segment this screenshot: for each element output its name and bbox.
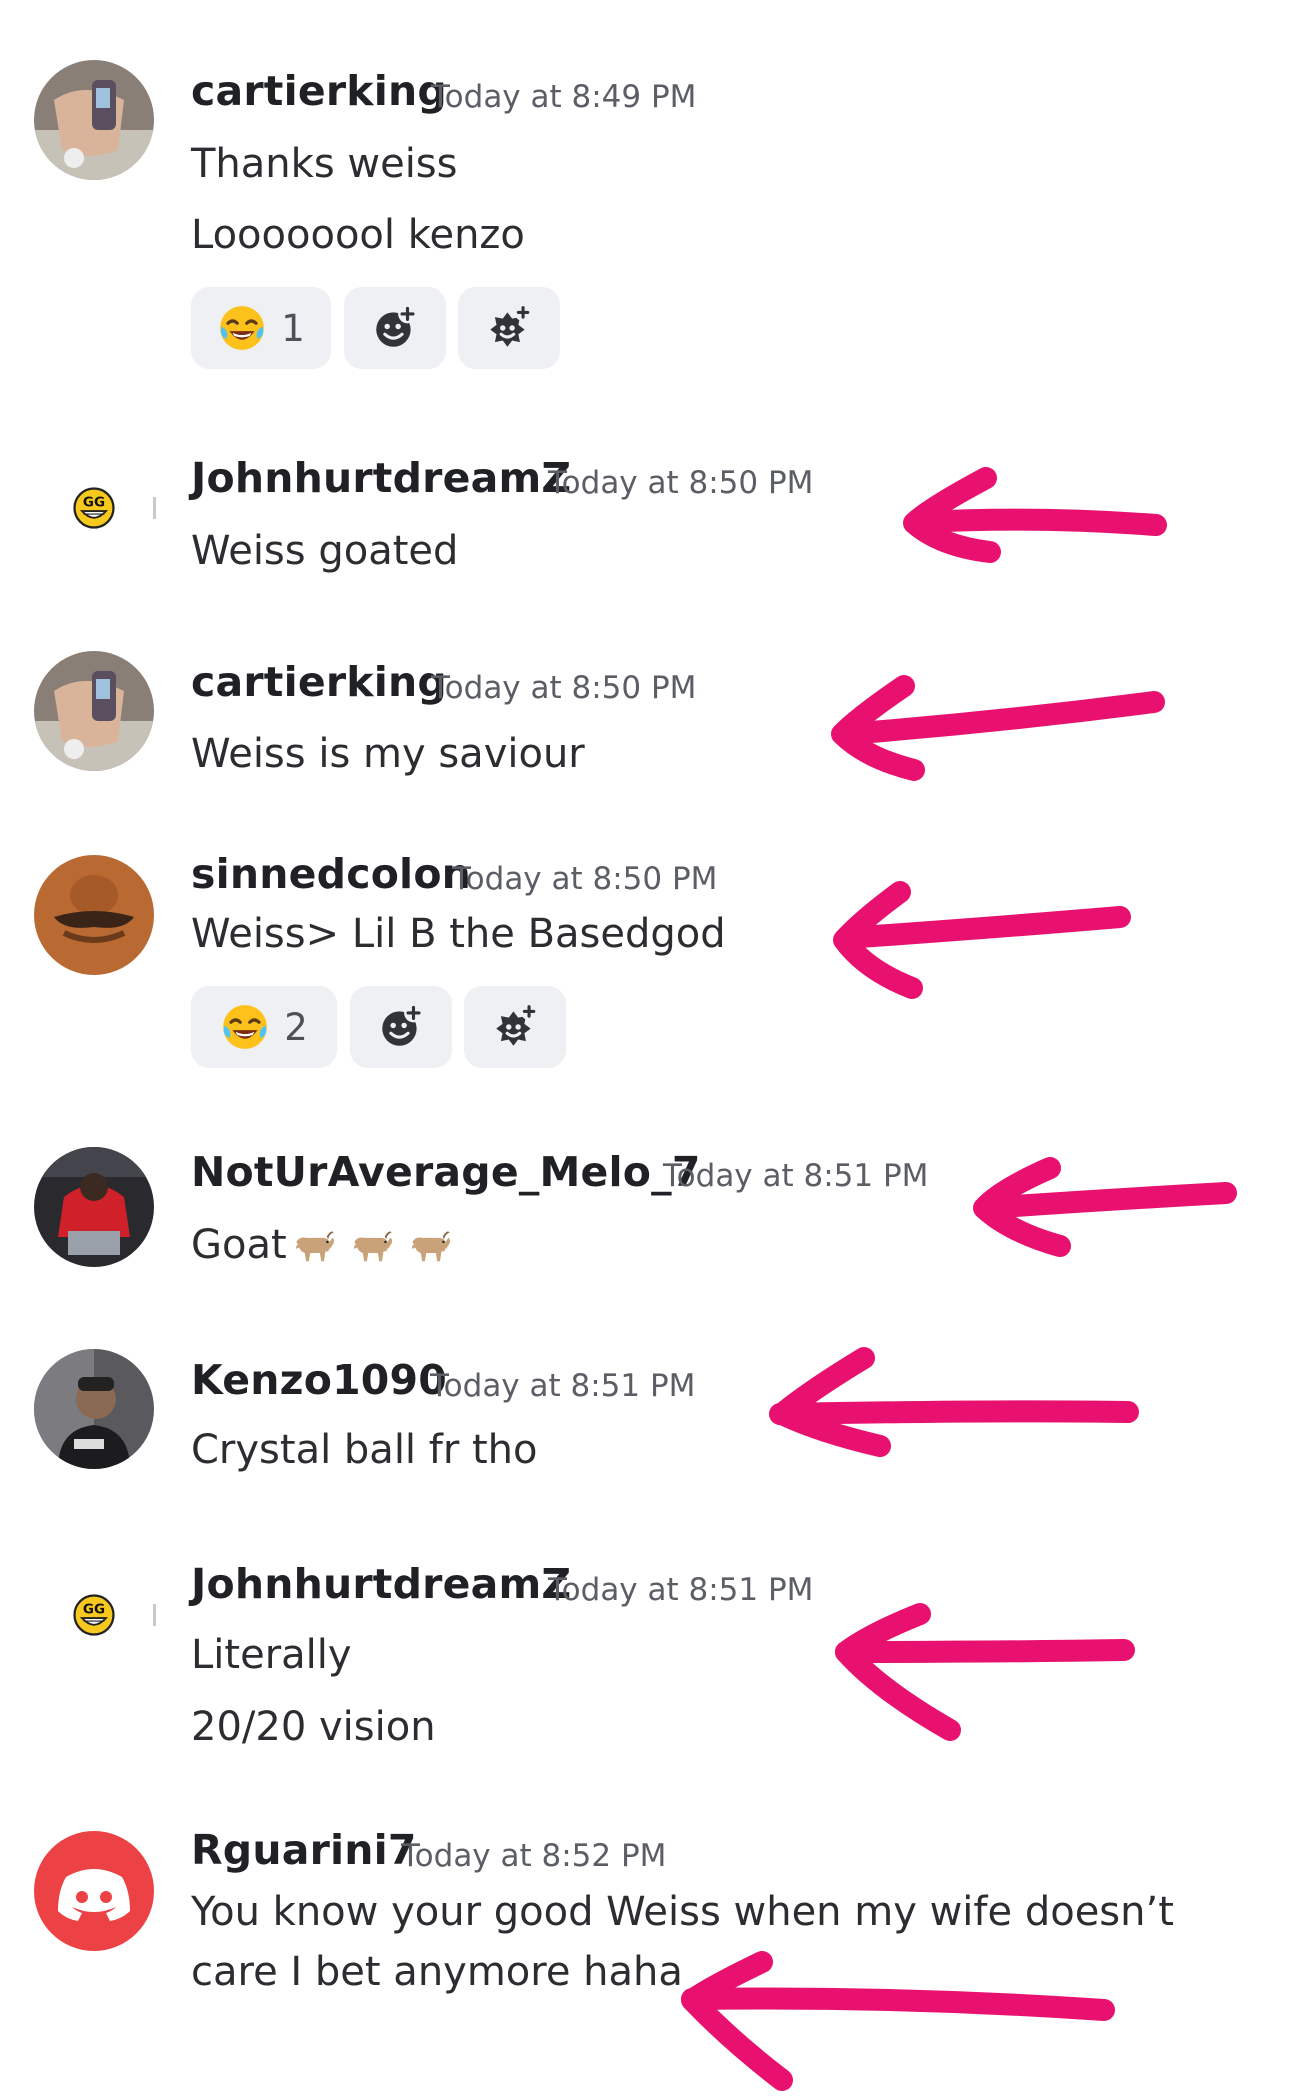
avatar-noturaverage-melo-7[interactable]	[34, 1147, 154, 1267]
joy-emoji-icon	[217, 303, 267, 353]
add-super-reaction-button[interactable]	[464, 986, 566, 1068]
username[interactable]: cartierking	[191, 658, 447, 706]
timestamp: Today at 8:49 PM	[431, 79, 697, 115]
divider	[153, 1604, 156, 1626]
arrow-annotation	[835, 1639, 1135, 1663]
timestamp: Today at 8:50 PM	[452, 861, 718, 897]
add-super-reaction-icon	[484, 303, 534, 353]
username[interactable]: sinnedcolon	[191, 850, 471, 898]
arrow-annotation	[833, 881, 923, 999]
avatar-kenzo1090[interactable]	[34, 1349, 154, 1469]
reaction-joy[interactable]: 2	[191, 986, 337, 1068]
message-text: 20/20 vision	[191, 1704, 436, 1750]
username[interactable]: NotUrAverage_Melo_7	[191, 1148, 701, 1196]
username[interactable]: Kenzo1090	[191, 1356, 447, 1404]
timestamp: Today at 8:51 PM	[663, 1158, 929, 1194]
timestamp: Today at 8:51 PM	[548, 1572, 814, 1608]
reaction-joy[interactable]: 1	[191, 287, 331, 369]
message-text: Loooooool kenzo	[191, 212, 525, 258]
username[interactable]: JohnhurtdreamZ	[191, 1560, 571, 1608]
goat-emoji-icon	[291, 1224, 335, 1264]
timestamp: Today at 8:50 PM	[431, 670, 697, 706]
message-text: Thanks weiss	[191, 141, 458, 187]
message-text: Weiss> Lil B the Basedgod	[191, 911, 726, 957]
timestamp: Today at 8:51 PM	[430, 1368, 696, 1404]
avatar-rguarini7[interactable]	[34, 1831, 154, 1951]
goat-emoji-icon	[349, 1224, 393, 1264]
timestamp: Today at 8:50 PM	[548, 465, 814, 501]
reaction-count: 1	[281, 306, 305, 350]
message-text: Weiss is my saviour	[191, 731, 585, 777]
timestamp: Today at 8:52 PM	[401, 1838, 667, 1874]
username[interactable]: Rguarini7	[191, 1826, 417, 1874]
arrow-annotation	[835, 1603, 961, 1741]
message-text: Weiss goated	[191, 528, 459, 574]
message-text: You know your good Weiss when my wife do…	[191, 1889, 1174, 1995]
avatar-johnhurtdreamz-2[interactable]	[34, 1555, 154, 1675]
arrow-annotation	[769, 1400, 1139, 1425]
avatar-sinnedcolon[interactable]	[34, 855, 154, 975]
discord-logo-icon	[58, 1869, 130, 1921]
username[interactable]: cartierking	[191, 67, 447, 115]
joy-emoji-icon	[220, 1002, 270, 1052]
add-super-reaction-button[interactable]	[458, 287, 560, 369]
reaction-count: 2	[284, 1005, 308, 1049]
message-text: Goat	[191, 1222, 451, 1268]
add-super-reaction-icon	[490, 1002, 540, 1052]
avatar-cartierking-2[interactable]	[34, 651, 154, 771]
add-reaction-icon	[370, 303, 420, 353]
arrow-annotation	[835, 906, 1131, 949]
add-reaction-button[interactable]	[350, 986, 452, 1068]
message-text-goat: Goat	[191, 1222, 287, 1268]
goat-emoji-icon	[407, 1224, 451, 1264]
arrow-annotation	[909, 508, 1167, 536]
arrow-annotation	[835, 691, 1165, 745]
arrow-annotation	[973, 1157, 1071, 1257]
username[interactable]: JohnhurtdreamZ	[191, 454, 571, 502]
avatar-johnhurtdreamz-1[interactable]	[34, 448, 154, 568]
add-reaction-button[interactable]	[344, 287, 446, 369]
avatar-cartierking-1[interactable]	[34, 60, 154, 180]
arrow-annotation	[771, 1347, 891, 1457]
arrow-annotation	[831, 675, 925, 781]
add-reaction-icon	[376, 1002, 426, 1052]
message-text: Literally	[191, 1632, 352, 1678]
arrow-annotation	[975, 1182, 1237, 1219]
message-text: Crystal ball fr tho	[191, 1427, 538, 1473]
divider	[153, 497, 156, 519]
arrow-annotation	[903, 467, 1001, 563]
